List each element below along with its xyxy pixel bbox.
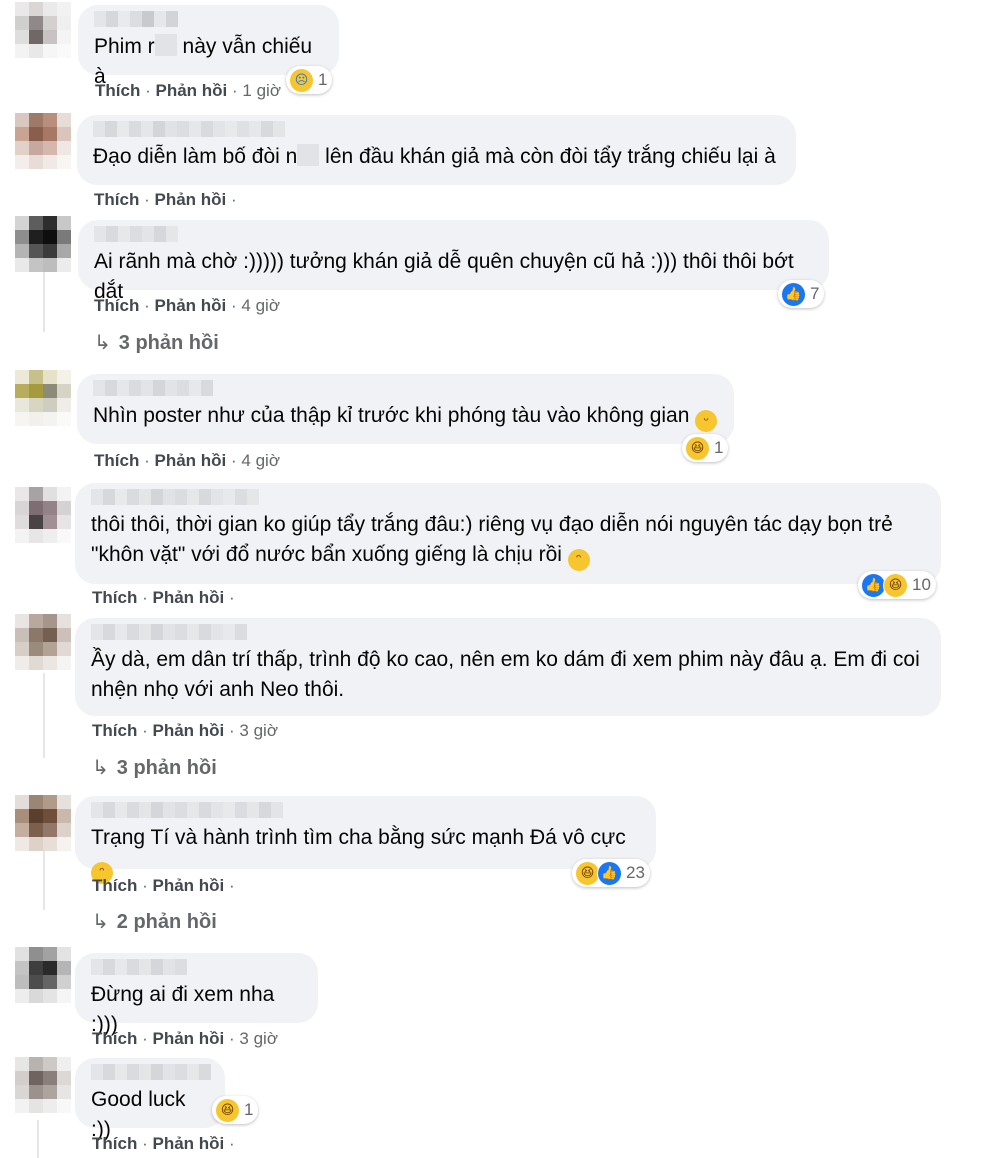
comment-bubble: Đạo diễn làm bố đòi n lên đầu khán giả m… — [77, 115, 796, 185]
avatar[interactable] — [15, 947, 71, 1003]
comment-actions: Thích · Phản hồi · 3 giờ — [92, 721, 278, 740]
avatar[interactable] — [15, 614, 71, 670]
reaction-summary[interactable]: 😆 1 — [682, 434, 729, 462]
like-link[interactable]: Thích — [95, 81, 140, 100]
timestamp[interactable]: 4 giờ — [241, 296, 280, 315]
view-replies-link[interactable]: ↳ 3 phản hồi — [92, 755, 217, 780]
reply-arrow-icon: ↳ — [92, 755, 109, 779]
commenter-name-blurred[interactable] — [93, 380, 720, 398]
like-link[interactable]: Thích — [94, 451, 139, 470]
smile-emoji: ᵕ — [695, 410, 718, 432]
avatar[interactable] — [15, 113, 71, 169]
comment-text: Nhìn poster như của thập kỉ trước khi ph… — [93, 401, 720, 432]
haha-reaction-icon: 😆 — [883, 572, 908, 598]
haha-reaction-icon: 😆 — [215, 1097, 240, 1123]
comment-bubble: Trạng Tí và hành trình tìm cha bằng sức … — [75, 796, 656, 884]
comment-actions: Thích · Phản hồi · 3 giờ — [92, 1029, 278, 1048]
comment-text: Trạng Tí và hành trình tìm cha bằng sức … — [91, 823, 642, 884]
commenter-name-blurred[interactable] — [91, 624, 927, 642]
reply-link[interactable]: Phản hồi — [154, 190, 226, 209]
censored-word — [154, 34, 177, 56]
reaction-summary[interactable]: ☹ 1 — [286, 66, 333, 94]
avatar[interactable] — [15, 2, 71, 58]
reply-link[interactable]: Phản hồi — [152, 721, 224, 740]
like-link[interactable]: Thích — [92, 588, 137, 607]
reply-link[interactable]: Phản hồi — [154, 451, 226, 470]
comment-bubble: Đừng ai đi xem nha :))) — [75, 953, 318, 1036]
like-link[interactable]: Thích — [92, 1029, 137, 1048]
grin-emoji: ᵔ — [567, 549, 590, 571]
reply-link[interactable]: Phản hồi — [152, 876, 224, 895]
sad-reaction-icon: ☹ — [289, 67, 314, 93]
comment-bubble: Ai rãnh mà chờ :))))) tưởng khán giả dễ … — [78, 220, 829, 303]
reaction-summary[interactable]: 👍 7 — [778, 280, 825, 308]
timestamp[interactable]: 4 giờ — [241, 451, 280, 470]
comment-bubble: thôi thôi, thời gian ko giúp tẩy trắng đ… — [75, 483, 941, 584]
timestamp[interactable]: 3 giờ — [239, 1029, 278, 1048]
comment-bubble: Good luck :)) — [75, 1058, 225, 1141]
reply-arrow-icon: ↳ — [92, 909, 109, 933]
reply-arrow-icon: ↳ — [94, 330, 111, 354]
thread-line — [43, 673, 45, 758]
comment-actions: Thích · Phản hồi · — [94, 190, 237, 209]
view-replies-link[interactable]: ↳ 3 phản hồi — [94, 330, 219, 355]
commenter-name-blurred[interactable] — [91, 489, 927, 507]
avatar[interactable] — [15, 370, 71, 426]
commenter-name-blurred[interactable] — [94, 226, 815, 244]
view-replies-link[interactable]: ↳ 2 phản hồi — [92, 909, 217, 934]
like-link[interactable]: Thích — [94, 296, 139, 315]
comment-text: Đạo diễn làm bố đòi n lên đầu khán giả m… — [93, 144, 776, 168]
reaction-summary[interactable]: 😆 1 — [212, 1096, 259, 1124]
timestamp[interactable]: 1 giờ — [242, 81, 281, 100]
comment-text: Ầy dà, em dân trí thấp, trình độ ko cao,… — [91, 648, 920, 701]
commenter-name-blurred[interactable] — [91, 959, 304, 977]
reaction-summary[interactable]: 👍 😆 10 — [858, 571, 936, 599]
like-link[interactable]: Thích — [92, 721, 137, 740]
comment-bubble: Phim r này vẫn chiếu à — [78, 5, 339, 88]
like-link[interactable]: Thích — [94, 190, 139, 209]
reply-link[interactable]: Phản hồi — [154, 296, 226, 315]
reply-link[interactable]: Phản hồi — [152, 1134, 224, 1153]
avatar[interactable] — [15, 487, 71, 543]
censored-word — [297, 144, 320, 166]
comment-bubble: Nhìn poster như của thập kỉ trước khi ph… — [77, 374, 734, 444]
commenter-name-blurred[interactable] — [91, 1064, 211, 1082]
like-reaction-icon: 👍 — [597, 860, 622, 886]
comment-actions: Thích · Phản hồi · — [92, 588, 235, 607]
reply-link[interactable]: Phản hồi — [152, 1029, 224, 1048]
like-link[interactable]: Thích — [92, 876, 137, 895]
avatar[interactable] — [15, 1057, 71, 1113]
reaction-summary[interactable]: 😆 👍 23 — [572, 859, 650, 887]
comment-actions: Thích · Phản hồi · 1 giờ — [95, 81, 281, 100]
avatar[interactable] — [15, 795, 71, 851]
like-link[interactable]: Thích — [92, 1134, 137, 1153]
comment-bubble: Ầy dà, em dân trí thấp, trình độ ko cao,… — [75, 618, 941, 716]
avatar[interactable] — [15, 216, 71, 272]
comment-actions: Thích · Phản hồi · — [92, 876, 235, 895]
reply-link[interactable]: Phản hồi — [155, 81, 227, 100]
commenter-name-blurred[interactable] — [91, 802, 642, 820]
reply-link[interactable]: Phản hồi — [152, 588, 224, 607]
thread-line — [43, 272, 45, 332]
thread-line — [37, 1120, 39, 1158]
like-reaction-icon: 👍 — [781, 281, 806, 307]
comment-actions: Thích · Phản hồi · 4 giờ — [94, 296, 280, 315]
comment-actions: Thích · Phản hồi · 4 giờ — [94, 451, 280, 470]
commenter-name-blurred[interactable] — [94, 11, 325, 29]
comment-actions: Thích · Phản hồi · — [92, 1134, 235, 1153]
comment-text: thôi thôi, thời gian ko giúp tẩy trắng đ… — [91, 510, 927, 571]
haha-reaction-icon: 😆 — [685, 435, 710, 461]
timestamp[interactable]: 3 giờ — [239, 721, 278, 740]
commenter-name-blurred[interactable] — [93, 121, 782, 139]
